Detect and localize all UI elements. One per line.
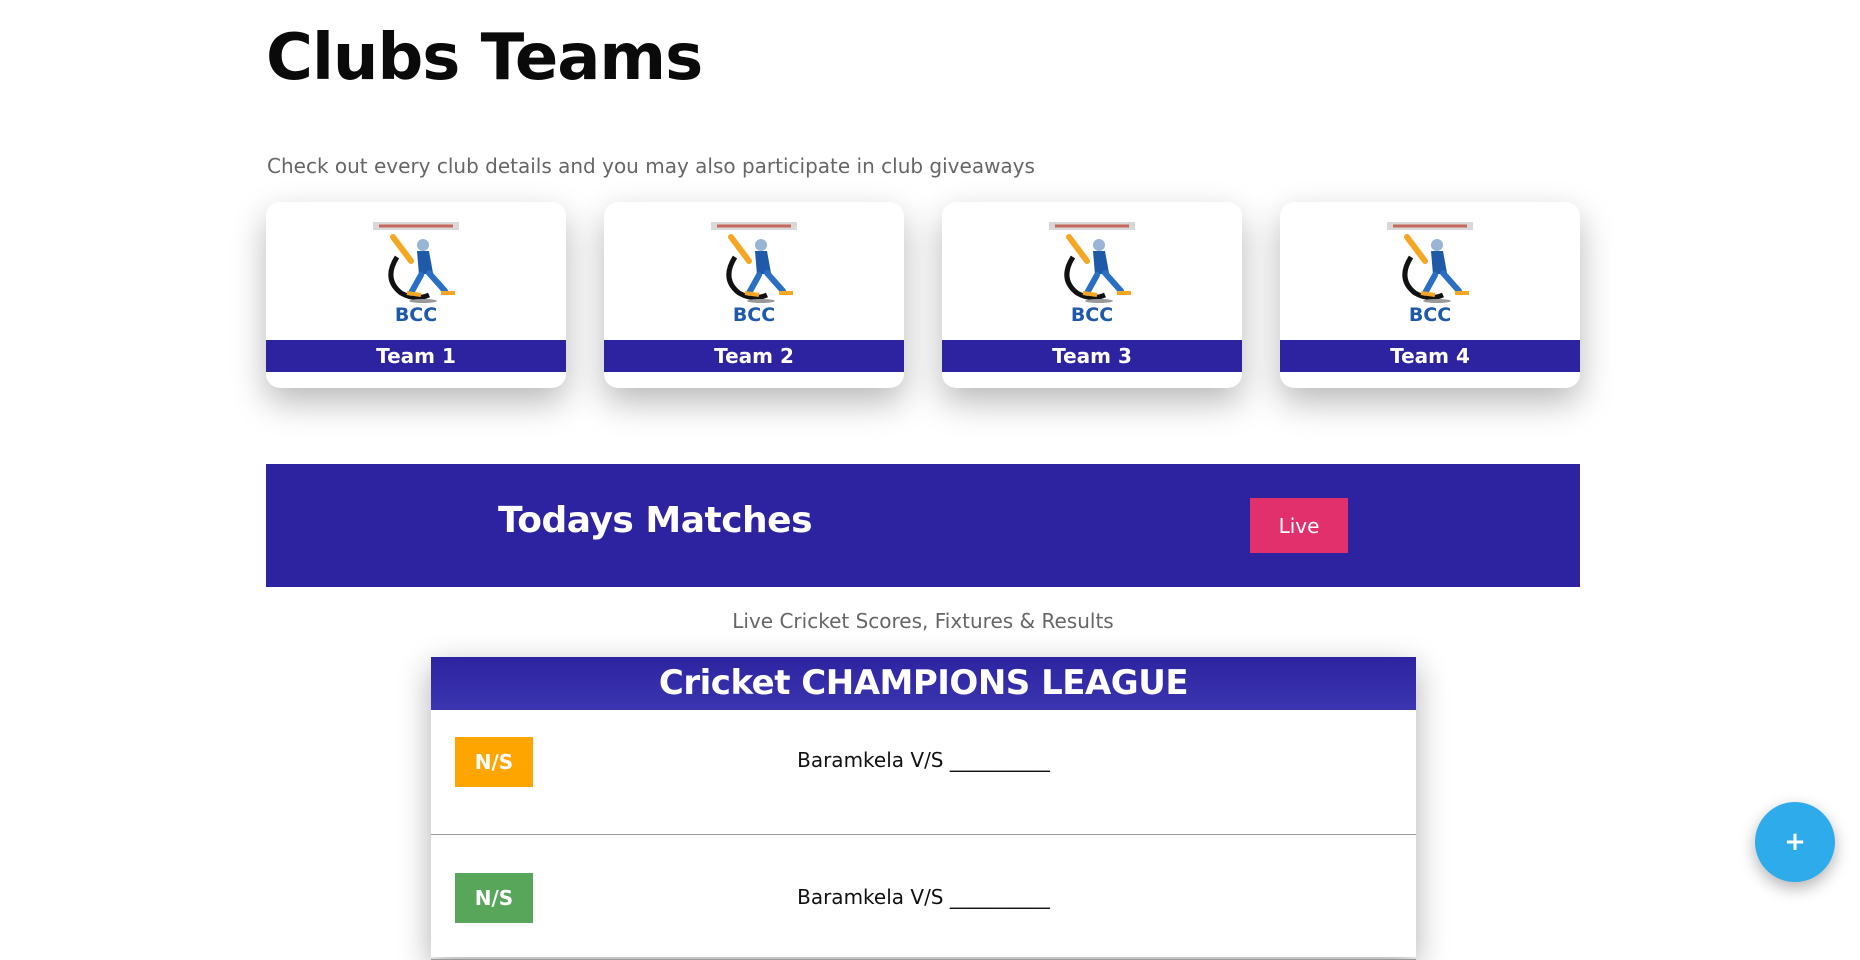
match-fixture: Baramkela V/S __________ — [797, 885, 1050, 909]
match-row[interactable]: N/S Baramkela V/S __________ — [431, 710, 1416, 835]
team-name: Team 2 — [604, 340, 904, 372]
match-fixture: Baramkela V/S __________ — [797, 748, 1050, 772]
page-title: Clubs Teams — [266, 21, 703, 95]
team-card-3[interactable]: BCC Team 3 — [942, 202, 1242, 388]
team-name: Team 4 — [1280, 340, 1580, 372]
todays-matches-title: Todays Matches — [498, 500, 813, 541]
team-logo: BCC — [942, 202, 1242, 340]
team-name: Team 3 — [942, 340, 1242, 372]
team-card-2[interactable]: BCC Team 2 — [604, 202, 904, 388]
team-card-4[interactable]: BCC Team 4 — [1280, 202, 1580, 388]
page-subtitle: Check out every club details and you may… — [267, 154, 1035, 178]
cricket-batsman-logo-icon: BCC — [373, 222, 459, 326]
cricket-batsman-logo-icon: BCC — [1387, 222, 1473, 326]
live-button[interactable]: Live — [1250, 498, 1348, 553]
cricket-batsman-logo-icon: BCC — [1049, 222, 1135, 326]
team-logo-text: BCC — [1409, 304, 1451, 326]
league-panel: Cricket CHAMPIONS LEAGUE N/S Baramkela V… — [431, 657, 1416, 960]
team-logo-text: BCC — [1071, 304, 1113, 326]
add-fab-button[interactable]: + — [1755, 802, 1835, 882]
team-logo-text: BCC — [395, 304, 437, 326]
league-title: Cricket CHAMPIONS LEAGUE — [431, 657, 1416, 710]
match-row[interactable]: N/S Baramkela V/S __________ — [431, 835, 1416, 960]
team-name: Team 1 — [266, 340, 566, 372]
todays-matches-banner: Todays Matches Live — [266, 464, 1580, 587]
team-logo: BCC — [604, 202, 904, 340]
team-logo-text: BCC — [733, 304, 775, 326]
team-logo: BCC — [1280, 202, 1580, 340]
scores-caption: Live Cricket Scores, Fixtures & Results — [732, 609, 1114, 633]
team-card-1[interactable]: BCC Team 1 — [266, 202, 566, 388]
cricket-batsman-logo-icon: BCC — [711, 222, 797, 326]
team-logo: BCC — [266, 202, 566, 340]
